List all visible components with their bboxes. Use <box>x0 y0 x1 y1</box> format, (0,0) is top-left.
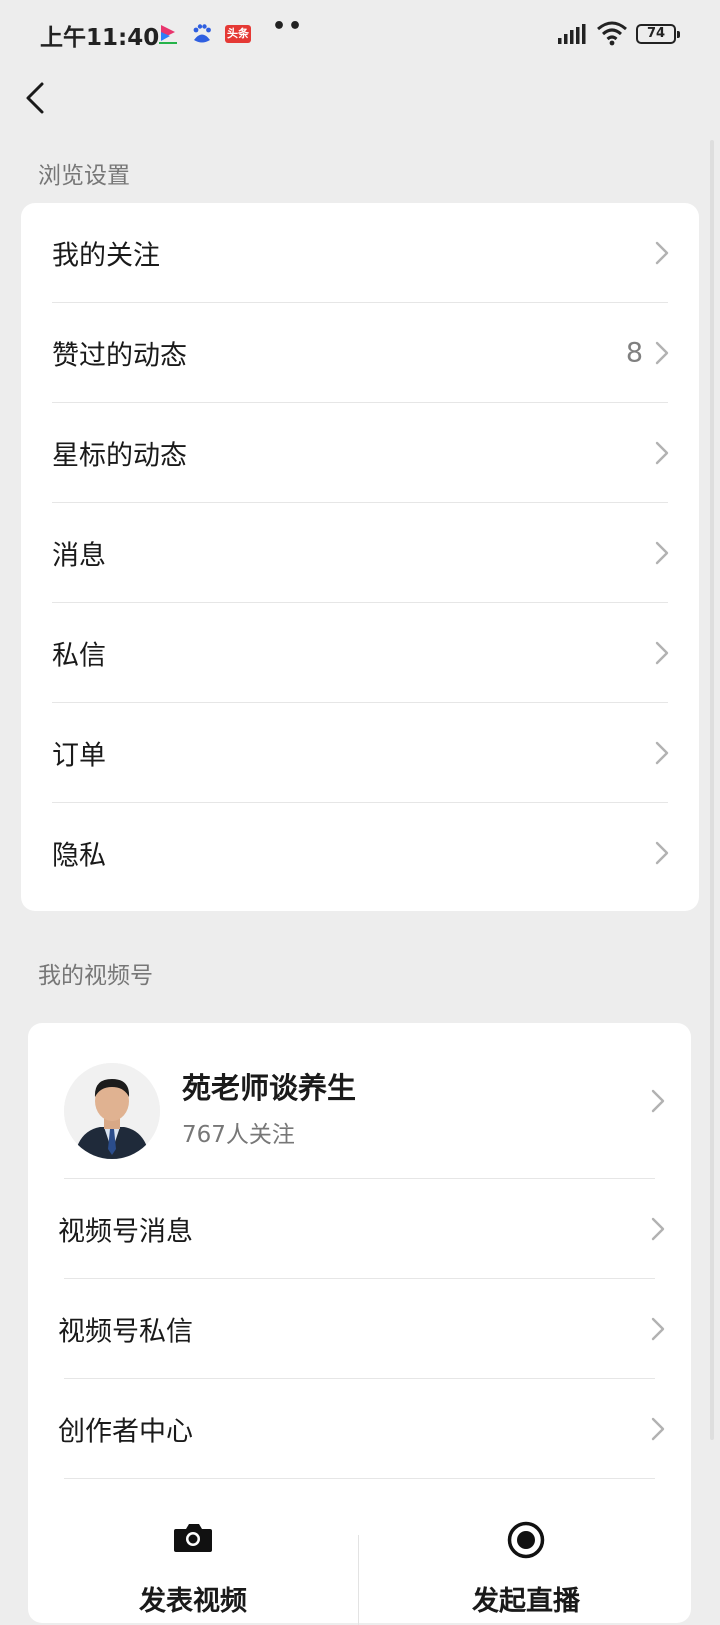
my-channels-card: 苑老师谈养生 767人关注 视频号消息 视频号私信 创作者中心 发表视频 发起直… <box>28 1023 691 1625</box>
chevron-right-icon <box>651 1089 665 1113</box>
chevron-right-icon <box>651 1417 665 1441</box>
chevron-left-icon <box>26 82 44 114</box>
post-video-button[interactable]: 发表视频 <box>28 1513 358 1623</box>
more-notifications-dots: •• <box>272 14 305 39</box>
chevron-right-icon <box>651 1217 665 1241</box>
my-channels-header: 我的视频号 <box>38 963 153 989</box>
row-label: 赞过的动态 <box>52 340 187 372</box>
wifi-icon <box>596 20 628 50</box>
row-label: 视频号消息 <box>58 1216 193 1248</box>
row-label: 隐私 <box>52 840 106 872</box>
row-creator-center[interactable]: 创作者中心 <box>28 1379 691 1479</box>
camera-icon <box>174 1524 212 1552</box>
channel-name: 苑老师谈养生 <box>182 1071 357 1105</box>
row-label: 消息 <box>52 540 106 572</box>
row-label: 视频号私信 <box>58 1316 193 1348</box>
toutiao-icon: 头条 <box>224 22 252 46</box>
chevron-right-icon <box>655 641 669 665</box>
divider <box>64 1478 655 1479</box>
chevron-right-icon <box>655 541 669 565</box>
baidu-icon <box>190 22 214 46</box>
status-time: 上午11:40 <box>40 25 160 51</box>
row-privacy[interactable]: 隐私 <box>21 803 699 903</box>
chevron-right-icon <box>655 741 669 765</box>
chevron-right-icon <box>655 341 669 365</box>
row-label: 订单 <box>52 740 106 772</box>
browse-settings-header: 浏览设置 <box>38 163 130 189</box>
row-label: 我的关注 <box>52 240 160 272</box>
avatar-image <box>64 1063 160 1159</box>
live-record-icon <box>507 1521 545 1559</box>
status-bar: 上午11:40 头条 •• 74 <box>0 0 720 70</box>
row-liked-posts[interactable]: 赞过的动态 8 <box>21 303 699 403</box>
follower-count: 767人关注 <box>182 1122 295 1148</box>
chevron-right-icon <box>651 1317 665 1341</box>
row-channel-messages[interactable]: 视频号消息 <box>28 1179 691 1279</box>
start-live-label: 发起直播 <box>472 1586 580 1617</box>
scrollbar[interactable] <box>710 140 714 1440</box>
row-orders[interactable]: 订单 <box>21 703 699 803</box>
toutiao-icon-text: 头条 <box>227 27 249 40</box>
battery-indicator: 74 <box>636 24 680 44</box>
back-button[interactable] <box>20 76 60 120</box>
row-my-following[interactable]: 我的关注 <box>21 203 699 303</box>
row-messages[interactable]: 消息 <box>21 503 699 603</box>
chevron-right-icon <box>655 841 669 865</box>
app-icon-1 <box>156 22 180 46</box>
row-label: 私信 <box>52 640 106 672</box>
chevron-right-icon <box>655 441 669 465</box>
avatar <box>64 1063 160 1159</box>
row-label: 星标的动态 <box>52 440 187 472</box>
browse-settings-card: 我的关注 赞过的动态 8 星标的动态 消息 私信 订单 隐私 <box>21 203 699 911</box>
row-private-messages[interactable]: 私信 <box>21 603 699 703</box>
post-video-label: 发表视频 <box>139 1586 247 1617</box>
action-divider <box>358 1535 359 1625</box>
channel-profile-row[interactable]: 苑老师谈养生 767人关注 <box>28 1023 691 1179</box>
liked-count-badge: 8 <box>625 337 643 369</box>
signal-icon <box>558 24 586 48</box>
row-channel-private-messages[interactable]: 视频号私信 <box>28 1279 691 1379</box>
start-live-button[interactable]: 发起直播 <box>361 1513 691 1623</box>
row-label: 创作者中心 <box>58 1416 193 1448</box>
chevron-right-icon <box>655 241 669 265</box>
row-starred-posts[interactable]: 星标的动态 <box>21 403 699 503</box>
